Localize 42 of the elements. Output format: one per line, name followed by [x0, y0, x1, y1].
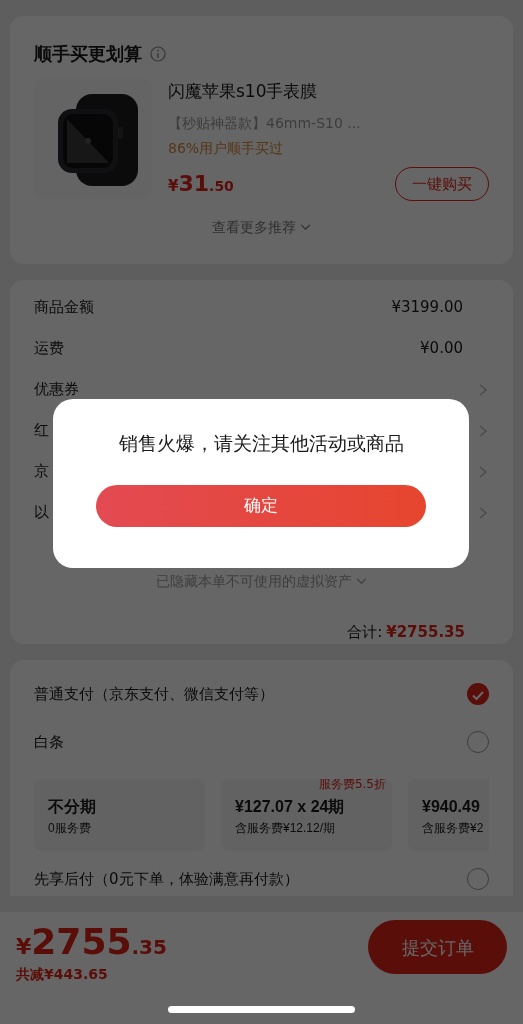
- plan-tile[interactable]: 不分期 0服务费: [34, 779, 205, 851]
- home-indicator[interactable]: [168, 1006, 355, 1013]
- info-icon[interactable]: [150, 45, 166, 62]
- product-price: ¥31.50: [168, 170, 234, 199]
- payment-option[interactable]: 普通支付（京东支付、微信支付等）: [34, 682, 274, 706]
- row-label: 商品金额: [34, 297, 94, 319]
- total-price: ¥2755.35: [16, 924, 167, 960]
- payment-option[interactable]: 白条: [34, 730, 64, 754]
- plan-title: ¥127.07 x 24期: [235, 797, 346, 817]
- submit-button[interactable]: 提交订单: [368, 920, 507, 974]
- plan-tile[interactable]: 服务费5.5折 ¥127.07 x 24期 含服务费¥12.12/期: [221, 779, 392, 851]
- chevron-right-icon[interactable]: [477, 464, 489, 479]
- chevron-right-icon[interactable]: [477, 382, 489, 397]
- plan-fee: 含服务费¥2: [422, 820, 485, 837]
- buy-button[interactable]: 一键购买: [395, 166, 489, 201]
- chevron-down-icon: [300, 224, 311, 231]
- checked-radio[interactable]: [467, 683, 489, 705]
- plan-fee: 0服务费: [48, 820, 92, 837]
- row-label: 红: [34, 420, 49, 442]
- chevron-right-icon[interactable]: [477, 423, 489, 438]
- plan-title: 不分期: [48, 797, 97, 817]
- section-title: 顺手买更划算: [34, 42, 142, 66]
- chevron-down-icon: [356, 578, 367, 585]
- discount-tag: 服务费5.5折: [318, 779, 386, 793]
- confirm-button[interactable]: 确定: [96, 484, 426, 527]
- row-value: ¥3199.00: [391, 297, 463, 319]
- plan-tile[interactable]: ¥940.49 含服务费¥2: [408, 779, 489, 851]
- total-amount: ¥2755.35: [386, 621, 465, 643]
- total-label: 合计:: [347, 621, 383, 643]
- chevron-right-icon[interactable]: [477, 505, 489, 520]
- row-label: 以: [34, 502, 49, 524]
- plan-fee: 含服务费¥12.12/期: [235, 820, 337, 837]
- row-label: 京: [34, 461, 49, 483]
- row-value: ¥0.00: [420, 338, 463, 360]
- purchase-note: 86%用户顺手买过: [168, 138, 285, 158]
- row-label: 优惠券: [34, 379, 79, 401]
- row-label: 运费: [34, 338, 64, 360]
- payment-option[interactable]: 先享后付（0元下单，体验满意再付款）: [34, 867, 299, 891]
- savings-text: 共减¥443.65: [16, 965, 109, 984]
- dialog-message: 销售火爆，请关注其他活动或商品: [117, 431, 405, 456]
- product-name: 闪魔苹果s10手表膜: [168, 80, 319, 103]
- plan-title: ¥940.49: [422, 797, 481, 817]
